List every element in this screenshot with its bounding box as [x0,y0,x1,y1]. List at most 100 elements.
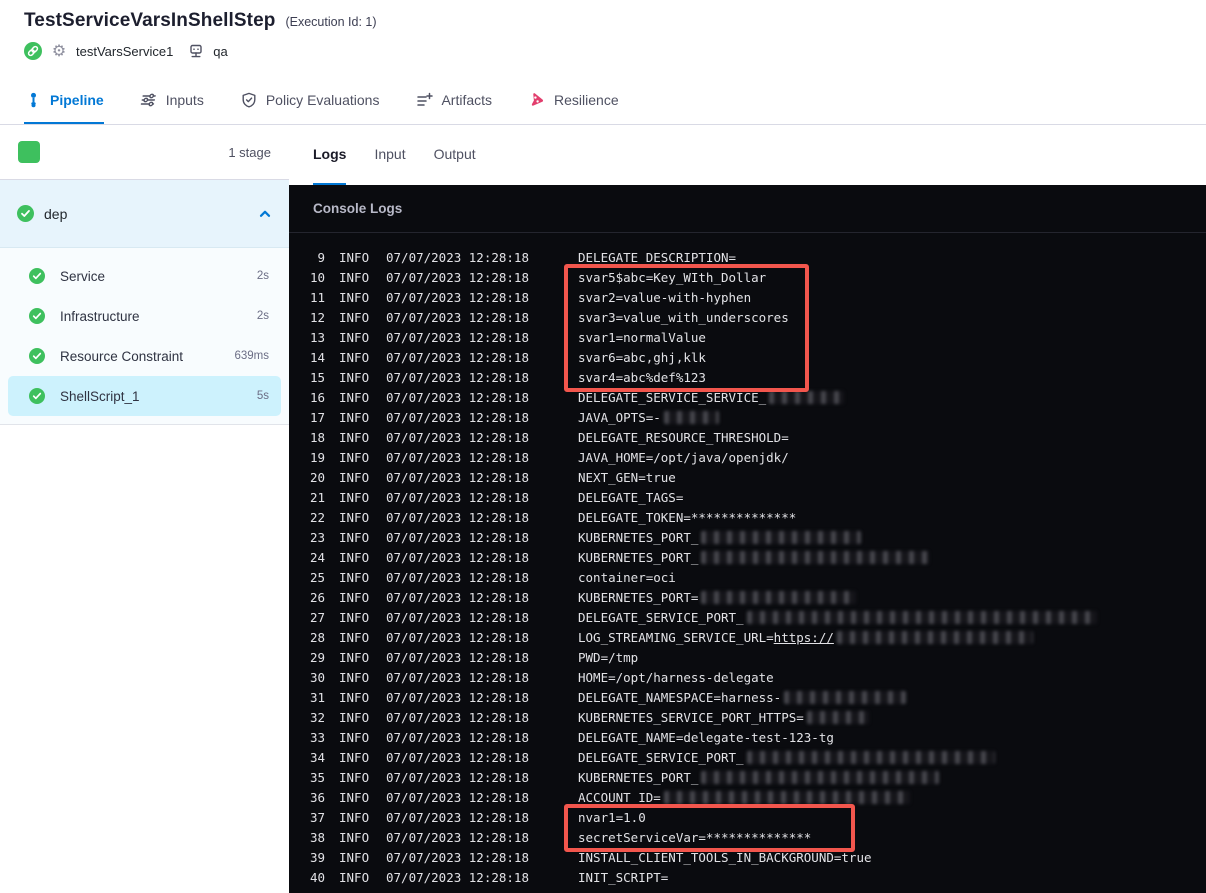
log-line-number: 14 [309,350,325,365]
service-name[interactable]: testVarsService1 [76,44,173,59]
log-line-number: 36 [309,790,325,805]
tab-policy-evaluations[interactable]: Policy Evaluations [240,77,379,124]
log-link[interactable]: https:// [774,630,834,645]
tab-input[interactable]: Input [374,125,405,185]
log-line[interactable]: 33 INFO 07/07/2023 12:28:18 DELEGATE_NAM… [289,728,1206,748]
log-level: INFO [339,310,370,325]
log-line-number: 27 [309,610,325,625]
log-line[interactable]: 40 INFO 07/07/2023 12:28:18 INIT_SCRIPT= [289,868,1206,888]
log-line[interactable]: 29 INFO 07/07/2023 12:28:18 PWD=/tmp [289,648,1206,668]
log-line[interactable]: 30 INFO 07/07/2023 12:28:18 HOME=/opt/ha… [289,668,1206,688]
log-message: DELEGATE_SERVICE_PORT_ [578,748,995,768]
log-line-number: 21 [309,490,325,505]
log-timestamp: 07/07/2023 12:28:18 [386,690,529,705]
log-line[interactable]: 32 INFO 07/07/2023 12:28:18 KUBERNETES_S… [289,708,1206,728]
log-line[interactable]: 31 INFO 07/07/2023 12:28:18 DELEGATE_NAM… [289,688,1206,708]
step-duration: 2s [256,270,269,282]
log-line[interactable]: 16 INFO 07/07/2023 12:28:18 DELEGATE_SER… [289,388,1206,408]
log-message: JAVA_OPTS=- [578,408,719,428]
log-message: DELEGATE_RESOURCE_THRESHOLD= [578,430,789,445]
log-level: INFO [339,570,370,585]
log-line[interactable]: 27 INFO 07/07/2023 12:28:18 DELEGATE_SER… [289,608,1206,628]
log-line[interactable]: 22 INFO 07/07/2023 12:28:18 DELEGATE_TOK… [289,508,1206,528]
step-label: Infrastructure [60,308,140,324]
log-line-number: 15 [309,370,325,385]
log-line[interactable]: 20 INFO 07/07/2023 12:28:18 NEXT_GEN=tru… [289,468,1206,488]
log-line[interactable]: 24 INFO 07/07/2023 12:28:18 KUBERNETES_P… [289,548,1206,568]
sidebar-empty-area [0,425,289,893]
gear-icon[interactable]: ⚙ [50,42,68,60]
log-line[interactable]: 9 INFO 07/07/2023 12:28:18 DELEGATE_DESC… [289,248,1206,268]
redacted-value [784,691,907,704]
log-line-number: 12 [309,310,325,325]
log-line[interactable]: 12 INFO 07/07/2023 12:28:18 svar3=value_… [289,308,1206,328]
tab-resilience[interactable]: Resilience [528,77,619,124]
log-line[interactable]: 36 INFO 07/07/2023 12:28:18 ACCOUNT_ID= [289,788,1206,808]
log-line-number: 17 [309,410,325,425]
log-line[interactable]: 10 INFO 07/07/2023 12:28:18 svar5$abc=Ke… [289,268,1206,288]
log-level: INFO [339,770,370,785]
stage-status-square[interactable] [18,141,40,163]
tab-artifacts[interactable]: Artifacts [415,77,492,124]
tab-inputs-label: Inputs [165,91,204,108]
log-line[interactable]: 26 INFO 07/07/2023 12:28:18 KUBERNETES_P… [289,588,1206,608]
log-timestamp: 07/07/2023 12:28:18 [386,310,529,325]
log-line[interactable]: 14 INFO 07/07/2023 12:28:18 svar6=abc,gh… [289,348,1206,368]
tab-output[interactable]: Output [434,125,476,185]
log-line[interactable]: 15 INFO 07/07/2023 12:28:18 svar4=abc%de… [289,368,1206,388]
tab-resilience-label: Resilience [554,91,619,108]
page-header: TestServiceVarsInShellStep (Execution Id… [0,0,1206,77]
tab-logs[interactable]: Logs [313,125,347,185]
log-message: DELEGATE_DESCRIPTION= [578,250,737,265]
log-line[interactable]: 18 INFO 07/07/2023 12:28:18 DELEGATE_RES… [289,428,1206,448]
log-line[interactable]: 21 INFO 07/07/2023 12:28:18 DELEGATE_TAG… [289,488,1206,508]
log-line-number: 23 [309,530,325,545]
service-status-icon [24,42,42,60]
log-line[interactable]: 28 INFO 07/07/2023 12:28:18 LOG_STREAMIN… [289,628,1206,648]
log-line-number: 13 [309,330,325,345]
tab-pipeline[interactable]: Pipeline [24,77,104,124]
log-line[interactable]: 23 INFO 07/07/2023 12:28:18 KUBERNETES_P… [289,528,1206,548]
log-level: INFO [339,250,370,265]
log-line[interactable]: 34 INFO 07/07/2023 12:28:18 DELEGATE_SER… [289,748,1206,768]
step-duration: 2s [256,310,269,322]
step-row-resource-constraint[interactable]: Resource Constraint 639ms [8,336,281,376]
redacted-value [806,711,869,724]
log-level: INFO [339,810,370,825]
console-log-area[interactable]: 9 INFO 07/07/2023 12:28:18 DELEGATE_DESC… [289,233,1206,893]
stage-group-dep[interactable]: dep [0,180,289,248]
check-circle-icon [28,267,46,285]
log-line[interactable]: 25 INFO 07/07/2023 12:28:18 container=oc… [289,568,1206,588]
chevron-up-icon[interactable] [257,206,273,222]
log-line[interactable]: 38 INFO 07/07/2023 12:28:18 secretServic… [289,828,1206,848]
log-line-number: 32 [309,710,325,725]
log-timestamp: 07/07/2023 12:28:18 [386,810,529,825]
console-title: Console Logs [313,201,403,216]
log-message: svar6=abc,ghj,klk [578,350,706,365]
log-panel-tabs: Logs Input Output [289,125,1206,185]
log-line[interactable]: 11 INFO 07/07/2023 12:28:18 svar2=value-… [289,288,1206,308]
environment-name[interactable]: qa [213,44,227,59]
log-message: svar5$abc=Key_WIth_Dollar [578,270,767,285]
check-circle-icon [28,347,46,365]
log-line[interactable]: 37 INFO 07/07/2023 12:28:18 nvar1=1.0 [289,808,1206,828]
log-line[interactable]: 13 INFO 07/07/2023 12:28:18 svar1=normal… [289,328,1206,348]
check-circle-icon [28,387,46,405]
execution-id: (Execution Id: 1) [285,15,377,29]
log-line[interactable]: 35 INFO 07/07/2023 12:28:18 KUBERNETES_P… [289,768,1206,788]
redacted-value [663,411,719,424]
log-timestamp: 07/07/2023 12:28:18 [386,650,529,665]
redacted-value [663,791,910,804]
log-line[interactable]: 17 INFO 07/07/2023 12:28:18 JAVA_OPTS=- [289,408,1206,428]
step-row-infrastructure[interactable]: Infrastructure 2s [8,296,281,336]
log-level: INFO [339,650,370,665]
log-line[interactable]: 19 INFO 07/07/2023 12:28:18 JAVA_HOME=/o… [289,448,1206,468]
step-row-service[interactable]: Service 2s [8,256,281,296]
step-row-shellscript-1[interactable]: ShellScript_1 5s [8,376,281,416]
log-level: INFO [339,350,370,365]
log-timestamp: 07/07/2023 12:28:18 [386,550,529,565]
log-level: INFO [339,610,370,625]
log-line[interactable]: 39 INFO 07/07/2023 12:28:18 INSTALL_CLIE… [289,848,1206,868]
tab-inputs[interactable]: Inputs [140,77,204,124]
log-timestamp: 07/07/2023 12:28:18 [386,370,529,385]
